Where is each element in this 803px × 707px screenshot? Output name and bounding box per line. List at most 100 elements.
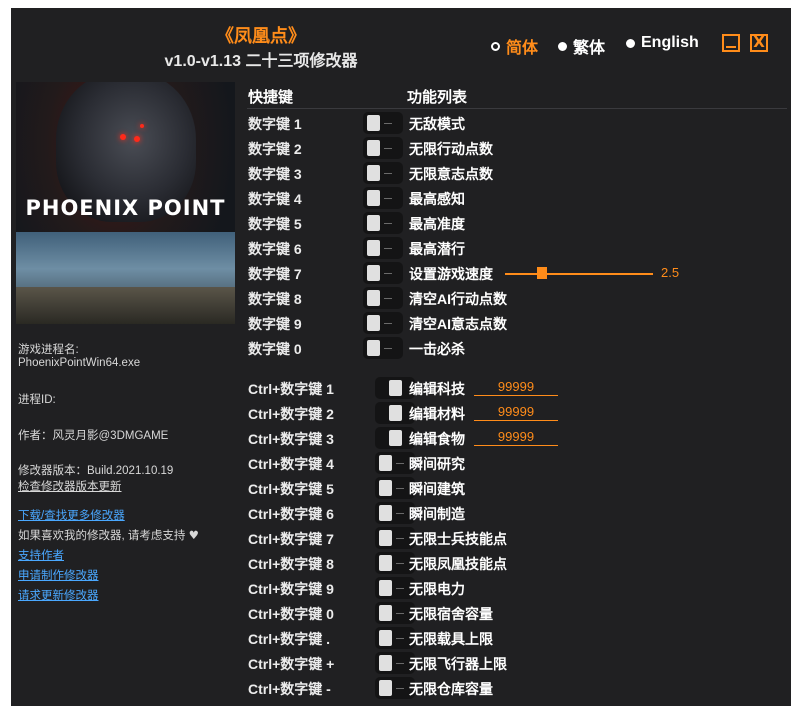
value-input[interactable]: 99999 bbox=[474, 404, 558, 421]
toggle-switch[interactable] bbox=[363, 212, 403, 234]
cheat-row: 数字键 3 无限意志点数 bbox=[243, 161, 791, 186]
function-label: 瞬间研究 bbox=[409, 456, 465, 472]
hotkey-label: 数字键 2 bbox=[248, 141, 302, 157]
toggle-tick bbox=[396, 513, 404, 514]
cheat-row: Ctrl+数字键 - 无限仓库容量 bbox=[243, 676, 791, 701]
support-text: 如果喜欢我的修改器, 请考虑支持 bbox=[18, 530, 186, 542]
cover-eye bbox=[120, 134, 126, 140]
cheat-panel: 快捷键 功能列表 数字键 1 无敌模式 数字键 2 无限行动点数 数字键 3 无限意志点数… bbox=[243, 82, 791, 702]
minimize-button[interactable] bbox=[722, 34, 740, 52]
value-input[interactable]: 99999 bbox=[474, 379, 558, 396]
hotkey-label: Ctrl+数字键 0 bbox=[248, 606, 334, 622]
toggle-knob bbox=[367, 315, 380, 331]
toggle-switch[interactable] bbox=[363, 137, 403, 159]
cheat-row: Ctrl+数字键 + 无限飞行器上限 bbox=[243, 651, 791, 676]
toggle-knob bbox=[367, 340, 380, 356]
cheat-row: 数字键 1 无敌模式 bbox=[243, 111, 791, 136]
speed-slider-thumb[interactable] bbox=[537, 267, 547, 279]
toggle-knob bbox=[379, 605, 392, 621]
toggle-knob bbox=[379, 505, 392, 521]
cheat-row: 数字键 4 最高感知 bbox=[243, 186, 791, 211]
cheat-row: Ctrl+数字键 . 无限载具上限 bbox=[243, 626, 791, 651]
toggle-tick bbox=[396, 463, 404, 464]
support-author-link[interactable]: 支持作者 bbox=[18, 550, 64, 562]
toggle-knob bbox=[367, 165, 380, 181]
hotkey-label: Ctrl+数字键 8 bbox=[248, 556, 334, 572]
value-input[interactable]: 99999 bbox=[474, 429, 558, 446]
lang-traditional[interactable]: 繁体 bbox=[558, 34, 605, 58]
cheat-row: Ctrl+数字键 5 瞬间建筑 bbox=[243, 476, 791, 501]
toggle-switch[interactable] bbox=[363, 337, 403, 359]
cover-eye bbox=[140, 124, 144, 128]
cover-eye bbox=[134, 136, 140, 142]
toggle-tick bbox=[384, 273, 392, 274]
heart-icon: ♥ bbox=[188, 528, 199, 542]
toggle-knob bbox=[367, 290, 380, 306]
support-message: 如果喜欢我的修改器, 请考虑支持 ♥ bbox=[18, 527, 199, 543]
toggle-tick bbox=[396, 488, 404, 489]
cheat-row: Ctrl+数字键 6 瞬间制造 bbox=[243, 501, 791, 526]
toggle-knob bbox=[367, 140, 380, 156]
header-divider bbox=[247, 108, 787, 109]
function-label: 无限士兵技能点 bbox=[409, 531, 507, 547]
hotkey-label: 数字键 4 bbox=[248, 191, 302, 207]
lang-english[interactable]: English bbox=[626, 34, 699, 52]
toggle-tick bbox=[384, 148, 392, 149]
toggle-switch[interactable] bbox=[363, 187, 403, 209]
function-label: 最高准度 bbox=[409, 216, 465, 232]
toggle-knob bbox=[389, 430, 402, 446]
function-label: 无限飞行器上限 bbox=[409, 656, 507, 672]
function-label: 无限凤凰技能点 bbox=[409, 556, 507, 572]
toggle-tick bbox=[384, 223, 392, 224]
request-make-link[interactable]: 申请制作修改器 bbox=[18, 570, 99, 582]
close-button[interactable]: X bbox=[750, 34, 768, 52]
cheat-row: 数字键 9 清空AI意志点数 bbox=[243, 311, 791, 336]
speed-slider-value: 2.5 bbox=[661, 265, 680, 280]
function-label: 清空AI行动点数 bbox=[409, 291, 507, 307]
lang-label: 简体 bbox=[506, 40, 539, 57]
speed-slider-track[interactable] bbox=[505, 273, 653, 275]
hotkey-label: 数字键 6 bbox=[248, 241, 302, 257]
hotkey-label: Ctrl+数字键 + bbox=[248, 656, 335, 672]
toggle-tick bbox=[384, 198, 392, 199]
check-update-link[interactable]: 检查修改器版本更新 bbox=[18, 481, 122, 493]
hotkey-label: 数字键 7 bbox=[248, 266, 302, 282]
toggle-knob bbox=[379, 630, 392, 646]
toggle-knob bbox=[367, 215, 380, 231]
game-cover-image: PHOENIX POINT bbox=[16, 82, 235, 324]
function-label: 最高潜行 bbox=[409, 241, 465, 257]
hotkey-label: Ctrl+数字键 7 bbox=[248, 531, 334, 547]
hotkey-label: 数字键 5 bbox=[248, 216, 302, 232]
toggle-switch[interactable] bbox=[363, 262, 403, 284]
download-more-link[interactable]: 下载/查找更多修改器 bbox=[18, 510, 125, 522]
hotkey-label: Ctrl+数字键 4 bbox=[248, 456, 334, 472]
hotkey-label: 数字键 8 bbox=[248, 291, 302, 307]
toggle-knob bbox=[367, 115, 380, 131]
cheat-row: Ctrl+数字键 0 无限宿舍容量 bbox=[243, 601, 791, 626]
function-label: 无限宿舍容量 bbox=[409, 606, 493, 622]
function-column-header: 功能列表 bbox=[407, 89, 468, 106]
toggle-switch[interactable] bbox=[363, 237, 403, 259]
lang-label: 繁体 bbox=[573, 40, 606, 57]
toggle-tick bbox=[384, 348, 392, 349]
toggle-switch[interactable] bbox=[363, 162, 403, 184]
radio-icon bbox=[626, 38, 635, 48]
toggle-switch[interactable] bbox=[363, 287, 403, 309]
cheat-row: 数字键 6 最高潜行 bbox=[243, 236, 791, 261]
version-text: 修改器版本：Build.2021.10.19 bbox=[18, 465, 174, 477]
hotkey-label: Ctrl+数字键 5 bbox=[248, 481, 334, 497]
lang-simplified[interactable]: 简体 bbox=[491, 34, 538, 58]
pid-label: 进程ID: bbox=[18, 394, 56, 406]
toggle-knob bbox=[389, 405, 402, 421]
request-update-link[interactable]: 请求更新修改器 bbox=[18, 590, 99, 602]
toggle-tick bbox=[396, 663, 404, 664]
toggle-switch[interactable] bbox=[363, 112, 403, 134]
toggle-tick bbox=[384, 298, 392, 299]
cover-title: PHOENIX POINT bbox=[25, 196, 226, 220]
toggle-switch[interactable] bbox=[363, 312, 403, 334]
toggle-tick bbox=[384, 248, 392, 249]
cheat-row: 数字键 7 设置游戏速度 2.5 bbox=[243, 261, 791, 286]
toggle-knob bbox=[379, 480, 392, 496]
function-label: 瞬间制造 bbox=[409, 506, 465, 522]
function-label: 编辑科技 bbox=[409, 381, 465, 397]
